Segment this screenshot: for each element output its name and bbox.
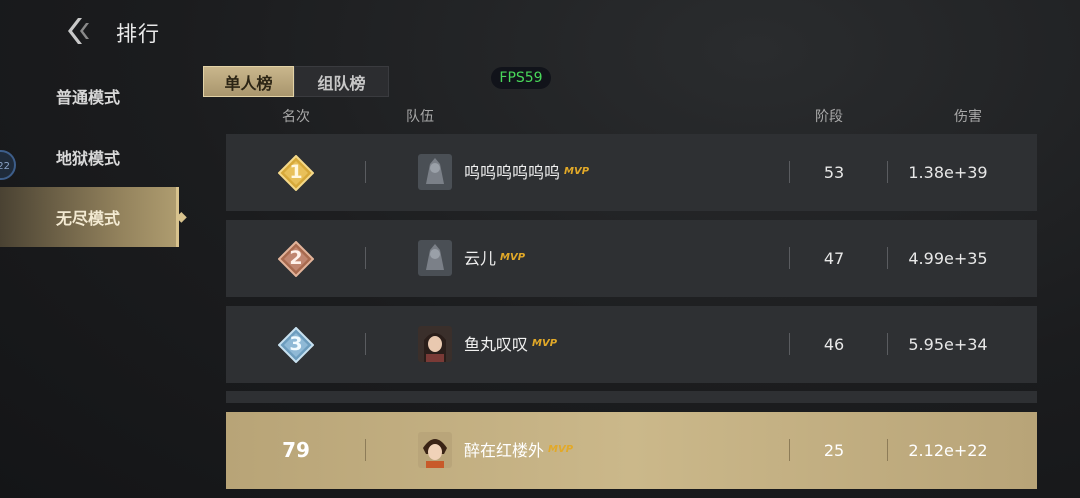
player-name-cell: 鱼丸叹叹 MVP (464, 306, 557, 383)
divider (789, 439, 790, 461)
divider (887, 333, 888, 355)
stage-value: 25 (823, 441, 845, 460)
table-row[interactable]: 2 云儿 MVP 47 4.99e+35 (226, 220, 1037, 297)
divider (365, 161, 366, 183)
player-name-cell: 醉在红楼外 MVP (464, 412, 573, 489)
divider (365, 333, 366, 355)
divider (789, 333, 790, 355)
tab-solo[interactable]: 单人榜 (203, 66, 294, 97)
player-avatar (418, 432, 452, 468)
stage-value: 46 (823, 335, 845, 354)
mvp-badge: MVP (548, 444, 574, 455)
sidebar-item-hell-mode[interactable]: 地狱模式 (0, 127, 176, 187)
header: 排行 (0, 0, 1080, 64)
column-header-damage: 伤害 (954, 109, 982, 125)
mvp-badge: MVP (532, 338, 558, 349)
sidebar-item-label: 无尽模式 (55, 209, 120, 228)
player-avatar (418, 154, 452, 190)
page-title: 排行 (116, 22, 160, 46)
player-name: 鱼丸叹叹 (464, 335, 529, 354)
mvp-badge: MVP (500, 252, 526, 263)
my-rank-number: 79 (282, 438, 310, 462)
back-arrow-icon[interactable] (62, 14, 96, 48)
column-header-stage: 阶段 (815, 109, 843, 125)
table-row[interactable]: 3 鱼丸叹叹 MVP 46 5.95e+34 (226, 306, 1037, 383)
divider (887, 439, 888, 461)
mvp-badge: MVP (564, 166, 590, 177)
rank-number: 1 (289, 161, 303, 183)
rank-number: 2 (289, 247, 303, 269)
my-rank-row[interactable]: 79 醉在红楼外 MVP 25 2.12e+22 (226, 412, 1037, 489)
column-header-rank: 名次 (282, 109, 310, 125)
sidebar-item-label: 地狱模式 (55, 149, 120, 168)
damage-value: 5.95e+34 (908, 335, 988, 354)
list-scroll-edge (226, 391, 1037, 403)
damage-value: 4.99e+35 (908, 249, 988, 268)
player-name-cell: 云儿 MVP (464, 220, 525, 297)
column-header-team: 队伍 (406, 109, 434, 125)
divider (789, 247, 790, 269)
selection-marker-icon: ◆ (176, 209, 187, 225)
damage-value: 1.38e+39 (908, 163, 988, 182)
player-name-cell: 呜呜呜呜呜呜 MVP (464, 134, 589, 211)
divider (365, 247, 366, 269)
player-avatar (418, 326, 452, 362)
leaderboard-tabs: 单人榜 组队榜 (203, 66, 389, 97)
table-row[interactable]: 1 呜呜呜呜呜呜 MVP 53 1.38e+39 (226, 134, 1037, 211)
sidebar-item-endless-mode[interactable]: 无尽模式 ◆ (0, 187, 187, 247)
player-avatar (418, 240, 452, 276)
tab-team[interactable]: 组队榜 (294, 66, 389, 97)
stage-value: 47 (823, 249, 845, 268)
stage-value: 53 (823, 163, 845, 182)
damage-value: 2.12e+22 (908, 441, 988, 460)
rank-number: 3 (289, 333, 303, 355)
divider (887, 161, 888, 183)
divider (887, 247, 888, 269)
player-name: 云儿 (464, 249, 497, 268)
player-name: 呜呜呜呜呜呜 (464, 163, 561, 182)
sidebar-item-normal-mode[interactable]: 普通模式 (0, 66, 176, 126)
fps-counter: FPS59 (491, 67, 551, 89)
player-name: 醉在红楼外 (464, 441, 545, 460)
sidebar-item-label: 普通模式 (55, 88, 120, 107)
divider (365, 439, 366, 461)
divider (789, 161, 790, 183)
